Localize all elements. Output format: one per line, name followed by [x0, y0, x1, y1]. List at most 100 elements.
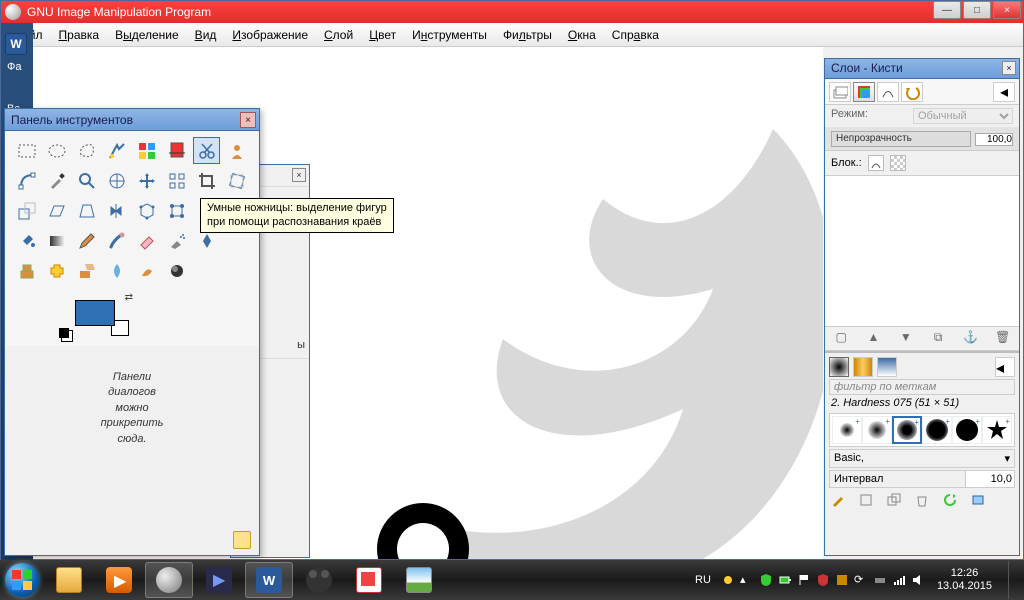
language-indicator[interactable]: RU [691, 574, 715, 586]
tray-java-icon[interactable] [835, 573, 849, 587]
tray-volume-icon[interactable] [911, 573, 925, 587]
tray-sun-icon[interactable] [721, 573, 735, 587]
lower-layer-button[interactable]: ▼ [898, 329, 914, 345]
cage-tool[interactable] [133, 197, 160, 224]
dock-close-button[interactable]: × [1002, 61, 1016, 75]
layers-brushes-dock[interactable]: Слои - Кисти × ◂ Режим: Обычный Непрозра… [824, 58, 1020, 556]
attach-dialog-icon[interactable] [233, 531, 251, 549]
crop-tool-alt[interactable] [163, 137, 190, 164]
menu-layer[interactable]: Слой [316, 26, 361, 44]
titlebar[interactable]: GNU Image Manipulation Program — □ × [1, 1, 1023, 23]
edit-brush-button[interactable] [831, 493, 845, 507]
clone-tool[interactable] [13, 257, 40, 284]
toolbox-window[interactable]: Панель инструментов × A [4, 108, 260, 556]
tab-menu-button[interactable]: ◂ [993, 82, 1015, 102]
menu-colors[interactable]: Цвет [361, 26, 404, 44]
perspective-tool[interactable] [73, 197, 100, 224]
delete-layer-button[interactable]: 🗑 [995, 329, 1011, 345]
brush-thumb[interactable]: + [982, 416, 1012, 444]
interval-value[interactable] [966, 471, 1014, 487]
opacity-value[interactable] [975, 133, 1013, 146]
tray-battery-icon[interactable] [778, 573, 792, 587]
duplicate-layer-button[interactable]: ⧉ [930, 329, 946, 345]
lock-alpha-icon[interactable] [890, 155, 906, 171]
menu-image[interactable]: Изображение [224, 26, 316, 44]
tray-sync-icon[interactable]: ⟳ [854, 573, 868, 587]
by-color-select-tool[interactable] [133, 137, 160, 164]
maximize-button[interactable]: □ [963, 1, 991, 19]
dock-titlebar[interactable]: Слои - Кисти × [825, 59, 1019, 79]
tray-shield-icon[interactable] [759, 573, 773, 587]
perspective-clone-tool[interactable] [73, 257, 100, 284]
eraser-tool[interactable] [133, 227, 160, 254]
rotate-tool[interactable] [223, 167, 250, 194]
gradients-tab[interactable] [877, 357, 897, 377]
fuzzy-select-tool[interactable] [103, 137, 130, 164]
new-brush-button[interactable] [859, 493, 873, 507]
channels-tab[interactable] [853, 82, 875, 102]
taskbar-word[interactable]: W [245, 562, 293, 598]
layer-list[interactable] [825, 175, 1019, 327]
heal-tool[interactable] [43, 257, 70, 284]
menu-filters[interactable]: Фильтры [495, 26, 560, 44]
delete-brush-button[interactable] [915, 493, 929, 507]
brush-filter-input[interactable]: фильтр по меткам [829, 379, 1015, 395]
show-desktop-button[interactable] [1008, 561, 1018, 599]
tray-av-icon[interactable] [816, 573, 830, 587]
anchor-layer-button[interactable]: ⚓ [962, 329, 978, 345]
foreground-select-tool[interactable] [223, 137, 250, 164]
tray-drive-icon[interactable] [873, 573, 887, 587]
bucket-fill-tool[interactable] [13, 227, 40, 254]
toolbox-close-button[interactable]: × [240, 112, 256, 128]
ellipse-select-tool[interactable] [43, 137, 70, 164]
paths-tool[interactable] [13, 167, 40, 194]
taskbar-media-player[interactable]: ▶ [95, 562, 143, 598]
scale-tool[interactable] [13, 197, 40, 224]
color-picker-tool[interactable] [43, 167, 70, 194]
align-tool[interactable] [163, 167, 190, 194]
tray-network-icon[interactable] [892, 573, 906, 587]
color-swatches[interactable]: ⇄ [5, 284, 259, 346]
zoom-tool[interactable] [73, 167, 100, 194]
unified-transform-tool[interactable] [163, 197, 190, 224]
undo-history-tab[interactable] [901, 82, 923, 102]
brushes-tab[interactable] [829, 357, 849, 377]
menu-windows[interactable]: Окна [560, 26, 604, 44]
sec-close-button[interactable]: × [292, 168, 306, 182]
brush-thumb[interactable]: + [952, 416, 982, 444]
brush-thumb[interactable]: + [832, 416, 862, 444]
paintbrush-tool[interactable] [103, 227, 130, 254]
brush-preset-selector[interactable]: Basic,▾ [829, 449, 1015, 468]
scissors-select-tool[interactable] [193, 137, 220, 164]
move-tool[interactable] [133, 167, 160, 194]
blur-tool[interactable] [103, 257, 130, 284]
taskbar-photo[interactable] [395, 562, 443, 598]
tray-arrow-icon[interactable]: ▴ [740, 573, 754, 587]
lock-pixels-icon[interactable] [868, 155, 884, 171]
brushes-tab-menu[interactable]: ◂ [995, 357, 1015, 377]
swap-colors-icon[interactable]: ⇄ [125, 292, 133, 303]
default-colors-icon[interactable] [59, 328, 69, 338]
start-button[interactable] [0, 560, 44, 600]
refresh-brushes-button[interactable] [943, 493, 957, 507]
word-icon[interactable]: W [5, 33, 27, 55]
close-button[interactable]: × [993, 1, 1021, 19]
taskbar[interactable]: ▶ ▶ W RU ▴ ⟳ 12:26 13.04.2015 [0, 560, 1024, 600]
paths-tab[interactable] [877, 82, 899, 102]
airbrush-tool[interactable] [163, 227, 190, 254]
dodge-burn-tool[interactable] [163, 257, 190, 284]
menu-help[interactable]: Справка [604, 26, 667, 44]
menu-edit[interactable]: Правка [51, 26, 108, 44]
toolbox-titlebar[interactable]: Панель инструментов × [5, 109, 259, 131]
opacity-slider[interactable]: Непрозрачность [831, 131, 971, 147]
measure-tool[interactable] [103, 167, 130, 194]
shear-tool[interactable] [43, 197, 70, 224]
taskbar-video[interactable]: ▶ [195, 562, 243, 598]
taskbar-image-viewer[interactable] [345, 562, 393, 598]
raise-layer-button[interactable]: ▲ [865, 329, 881, 345]
layers-tab[interactable] [829, 82, 851, 102]
fg-color-swatch[interactable] [75, 300, 115, 326]
taskbar-gimp[interactable] [145, 562, 193, 598]
minimize-button[interactable]: — [933, 1, 961, 19]
taskbar-movie-maker[interactable] [295, 562, 343, 598]
